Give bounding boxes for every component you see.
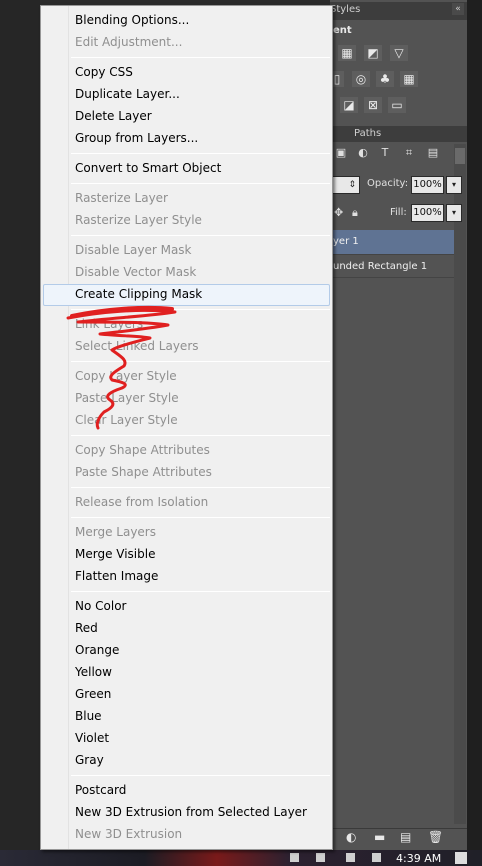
layer-context-menu: Blending Options... Edit Adjustment... C… bbox=[40, 5, 333, 850]
new-layer-icon[interactable]: ▤ bbox=[400, 830, 411, 844]
menu-item-disable-vector-mask[interactable]: Disable Vector Mask bbox=[75, 261, 196, 283]
trash-icon[interactable]: 🗑︎ bbox=[428, 830, 443, 844]
tray-volume-icon[interactable] bbox=[346, 853, 355, 862]
show-desktop-icon[interactable] bbox=[455, 852, 467, 864]
tab-styles[interactable]: Styles bbox=[330, 4, 360, 15]
color-lookup-icon[interactable]: ▦ bbox=[400, 71, 418, 87]
levels-icon[interactable]: ▦ bbox=[338, 45, 356, 61]
menu-item-delete-layer[interactable]: Delete Layer bbox=[75, 105, 152, 127]
menu-item-select-linked-layers[interactable]: Select Linked Layers bbox=[75, 335, 199, 357]
opacity-dropdown-icon[interactable]: ▾ bbox=[446, 176, 462, 194]
photo-filter-icon[interactable]: ◎ bbox=[352, 71, 370, 87]
image-filter-icon[interactable]: ▣ bbox=[334, 146, 348, 160]
menu-separator bbox=[71, 183, 330, 184]
lock-position-icon[interactable]: ✥ bbox=[334, 206, 343, 219]
collapse-icon[interactable]: « bbox=[452, 3, 464, 15]
menu-item-new-3d-extrusion-selected[interactable]: New 3D Extrusion from Selected Layer bbox=[75, 801, 307, 823]
layer-row[interactable]: unded Rectangle 1 bbox=[330, 254, 454, 278]
menu-item-release-from-isolation[interactable]: Release from Isolation bbox=[75, 491, 208, 513]
menu-item-copy-shape-attributes[interactable]: Copy Shape Attributes bbox=[75, 439, 210, 461]
menu-icon-gutter bbox=[41, 6, 69, 849]
menu-item-yellow[interactable]: Yellow bbox=[75, 661, 112, 683]
fill-label: Fill: bbox=[390, 207, 407, 218]
menu-separator bbox=[71, 775, 330, 776]
menu-item-merge-visible[interactable]: Merge Visible bbox=[75, 543, 155, 565]
panels-edge bbox=[467, 0, 482, 850]
menu-item-link-layers[interactable]: Link Layers bbox=[75, 313, 143, 335]
taskbar-clock[interactable]: 4:39 AM bbox=[396, 852, 441, 865]
blend-mode-dropdown[interactable]: ⇕ bbox=[330, 176, 360, 194]
menu-separator bbox=[71, 591, 330, 592]
menu-item-green[interactable]: Green bbox=[75, 683, 111, 705]
menu-item-duplicate-layer[interactable]: Duplicate Layer... bbox=[75, 83, 180, 105]
adjustments-title: ent bbox=[333, 25, 352, 36]
selective-color-icon[interactable]: ⊠ bbox=[364, 97, 382, 113]
menu-separator bbox=[71, 435, 330, 436]
menu-separator bbox=[71, 309, 330, 310]
type-filter-icon[interactable]: T bbox=[378, 146, 392, 160]
menu-item-new-3d-extrusion[interactable]: New 3D Extrusion bbox=[75, 823, 182, 845]
fill-input[interactable]: 100% bbox=[411, 204, 444, 222]
menu-separator bbox=[71, 361, 330, 362]
menu-item-paste-shape-attributes[interactable]: Paste Shape Attributes bbox=[75, 461, 212, 483]
shape-filter-icon[interactable]: ⌗ bbox=[402, 146, 416, 160]
menu-item-group-from-layers[interactable]: Group from Layers... bbox=[75, 127, 198, 149]
menu-item-violet[interactable]: Violet bbox=[75, 727, 109, 749]
new-adjustment-icon[interactable]: ◐ bbox=[346, 830, 356, 844]
menu-separator bbox=[71, 517, 330, 518]
menu-item-blue[interactable]: Blue bbox=[75, 705, 102, 727]
menu-item-rasterize-layer[interactable]: Rasterize Layer bbox=[75, 187, 168, 209]
curves-icon[interactable]: ◩ bbox=[364, 45, 382, 61]
layer-row-selected[interactable]: yer 1 bbox=[330, 230, 454, 254]
opacity-input[interactable]: 100% bbox=[411, 176, 444, 194]
adjustment-filter-icon[interactable]: ◐ bbox=[356, 146, 370, 160]
menu-item-rasterize-layer-style[interactable]: Rasterize Layer Style bbox=[75, 209, 202, 231]
threshold-icon[interactable]: ◪ bbox=[340, 97, 358, 113]
fill-dropdown-icon[interactable]: ▾ bbox=[446, 204, 462, 222]
menu-item-red[interactable]: Red bbox=[75, 617, 98, 639]
gradient-map-icon[interactable]: ▽ bbox=[390, 45, 408, 61]
filter-toggle[interactable] bbox=[455, 148, 465, 164]
layers-tabbar bbox=[330, 126, 467, 142]
menu-separator bbox=[71, 153, 330, 154]
menu-item-postcard[interactable]: Postcard bbox=[75, 779, 126, 801]
channel-mixer-icon[interactable]: ♣ bbox=[376, 71, 394, 87]
menu-item-gray[interactable]: Gray bbox=[75, 749, 104, 771]
opacity-label: Opacity: bbox=[367, 178, 409, 189]
lock-all-icon[interactable]: 🔒︎ bbox=[352, 206, 358, 220]
menu-item-disable-layer-mask[interactable]: Disable Layer Mask bbox=[75, 239, 192, 261]
layer-filter-row: ▣ ◐ T ⌗ ▤ bbox=[330, 146, 467, 166]
new-group-icon[interactable]: ▬ bbox=[374, 830, 385, 844]
menu-item-convert-smart-object[interactable]: Convert to Smart Object bbox=[75, 157, 221, 179]
menu-item-clear-layer-style[interactable]: Clear Layer Style bbox=[75, 409, 178, 431]
layers-scrollbar[interactable] bbox=[454, 144, 466, 824]
menu-item-edit-adjustment[interactable]: Edit Adjustment... bbox=[75, 31, 182, 53]
tab-paths[interactable]: Paths bbox=[354, 128, 381, 139]
menu-item-paste-layer-style[interactable]: Paste Layer Style bbox=[75, 387, 179, 409]
menu-item-create-clipping-mask[interactable]: Create Clipping Mask bbox=[75, 283, 202, 305]
menu-item-copy-css[interactable]: Copy CSS bbox=[75, 61, 133, 83]
menu-item-merge-layers[interactable]: Merge Layers bbox=[75, 521, 156, 543]
screen: { "panel": { "styles_tab": "Styles", "ad… bbox=[0, 0, 482, 866]
gradient-icon[interactable]: ▭ bbox=[388, 97, 406, 113]
menu-separator bbox=[71, 57, 330, 58]
canvas-left-strip bbox=[0, 0, 40, 850]
menu-item-no-color[interactable]: No Color bbox=[75, 595, 126, 617]
menu-item-flatten-image[interactable]: Flatten Image bbox=[75, 565, 158, 587]
tray-network-icon[interactable] bbox=[316, 853, 325, 862]
tray-battery-icon[interactable] bbox=[372, 853, 381, 862]
tray-flag-icon[interactable] bbox=[290, 853, 299, 862]
menu-item-orange[interactable]: Orange bbox=[75, 639, 119, 661]
menu-separator bbox=[71, 487, 330, 488]
menu-item-copy-layer-style[interactable]: Copy Layer Style bbox=[75, 365, 177, 387]
smart-object-filter-icon[interactable]: ▤ bbox=[426, 146, 440, 160]
menu-separator bbox=[71, 235, 330, 236]
menu-item-blending-options[interactable]: Blending Options... bbox=[75, 9, 189, 31]
